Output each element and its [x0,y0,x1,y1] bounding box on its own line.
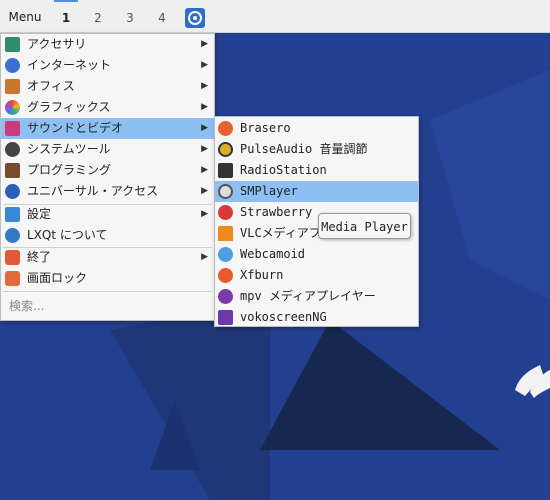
submenu-item-mpv[interactable]: mpv メディアプレイヤー [215,286,418,307]
submenu-item-pulseaudio[interactable]: PulseAudio 音量調節 [215,139,418,160]
office-icon [5,79,20,94]
menu-item-lock-screen[interactable]: 画面ロック [1,268,214,289]
chevron-right-icon: ▶ [201,123,208,133]
chevron-right-icon: ▶ [201,102,208,112]
chevron-right-icon: ▶ [201,81,208,91]
menu-item-universal-access[interactable]: ユニバーサル・アクセス ▶ [1,181,214,202]
smplayer-icon [218,184,233,199]
menu-item-system-tools[interactable]: システムツール ▶ [1,139,214,160]
submenu-item-xfburn[interactable]: Xfburn [215,265,418,286]
multimedia-icon [5,121,20,136]
submenu-item-smplayer[interactable]: SMPlayer [215,181,418,202]
submenu-item-brasero[interactable]: Brasero [215,118,418,139]
chevron-right-icon: ▶ [201,39,208,49]
brasero-icon [218,121,233,136]
vlc-icon [218,226,233,241]
webcamoid-icon [218,247,233,262]
tooltip: Media Player [318,213,411,239]
desktop-3-button[interactable]: 3 [114,0,146,33]
app-launcher-icon[interactable] [185,8,205,28]
menu-item-programming[interactable]: プログラミング ▶ [1,160,214,181]
strawberry-icon [218,205,233,220]
accessories-icon [5,37,20,52]
submenu-item-vokoscreen[interactable]: vokoscreenNG [215,307,418,328]
xfburn-icon [218,268,233,283]
pulseaudio-icon [218,142,233,157]
chevron-right-icon: ▶ [201,252,208,262]
chevron-right-icon: ▶ [201,165,208,175]
menu-separator [3,291,212,292]
chevron-right-icon: ▶ [201,60,208,70]
search-input[interactable]: 検索... [9,297,44,314]
desktop-2-button[interactable]: 2 [82,0,114,33]
menu-button[interactable]: Menu [0,0,50,33]
chevron-right-icon: ▶ [201,144,208,154]
menu-item-graphics[interactable]: グラフィックス ▶ [1,97,214,118]
radio-icon [218,163,233,178]
main-menu: アクセサリ ▶ インターネット ▶ オフィス ▶ グラフィックス ▶ サウンドと… [0,33,215,321]
desktop-4-button[interactable]: 4 [146,0,178,33]
menu-item-office[interactable]: オフィス ▶ [1,76,214,97]
chevron-right-icon: ▶ [201,186,208,196]
mpv-icon [218,289,233,304]
desktop-1-button[interactable]: 1 [50,0,82,33]
accessibility-icon [5,184,20,199]
hammer-icon [5,163,20,178]
submenu-item-webcamoid[interactable]: Webcamoid [215,244,418,265]
settings-icon [5,207,20,222]
gear-icon [5,142,20,157]
menu-item-about-lxqt[interactable]: LXQt について [1,225,214,246]
lock-icon [5,271,20,286]
lxqt-icon [5,228,20,243]
graphics-icon [5,100,20,115]
menu-item-sound-video[interactable]: サウンドとビデオ ▶ [1,118,214,139]
menu-item-internet[interactable]: インターネット ▶ [1,55,214,76]
chevron-right-icon: ▶ [201,209,208,219]
submenu-item-radiostation[interactable]: RadioStation [215,160,418,181]
internet-icon [5,58,20,73]
menu-item-settings[interactable]: 設定 ▶ [1,204,214,225]
taskbar: Menu 1 2 3 4 [0,0,550,33]
menu-item-leave[interactable]: 終了 ▶ [1,247,214,268]
power-icon [5,250,20,265]
menu-item-accessories[interactable]: アクセサリ ▶ [1,34,214,55]
vokoscreen-icon [218,310,233,325]
